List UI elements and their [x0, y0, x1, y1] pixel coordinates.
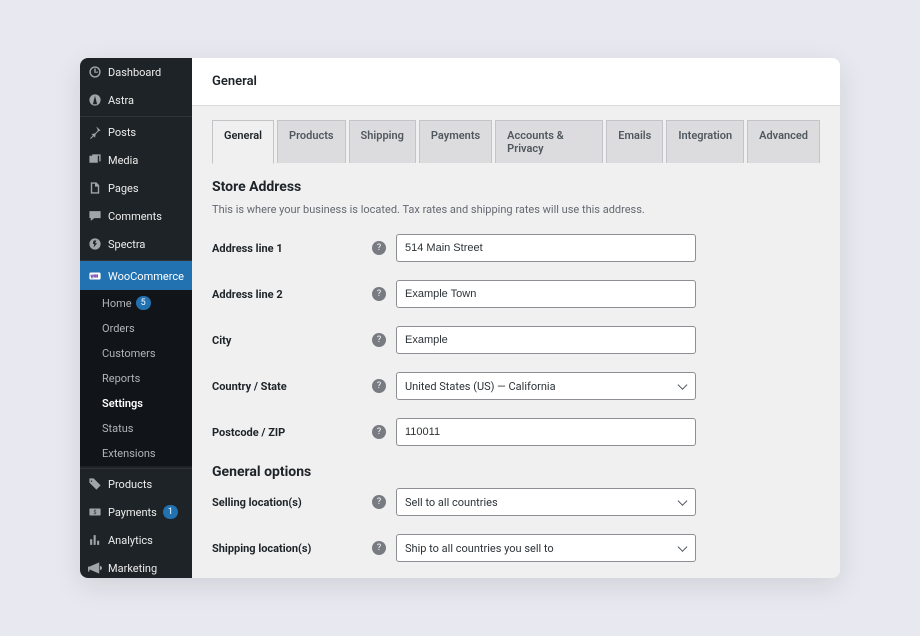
tab-advanced[interactable]: Advanced [747, 120, 820, 163]
row-selling: Selling location(s) ? Sell to all countr… [212, 488, 820, 516]
help-icon[interactable]: ? [372, 495, 386, 509]
payments-icon: $ [88, 505, 102, 519]
label-address2: Address line 2 [212, 288, 372, 301]
submenu-settings[interactable]: Settings [80, 391, 192, 416]
sidebar-label: Spectra [108, 238, 145, 251]
row-city: City ? [212, 326, 820, 354]
comment-icon [88, 209, 102, 223]
svg-text:$: $ [93, 509, 96, 516]
app-window: Dashboard Astra Posts Media Pages Commen… [80, 58, 840, 578]
help-icon[interactable]: ? [372, 425, 386, 439]
label-city: City [212, 334, 372, 347]
sidebar-item-products[interactable]: Products [80, 468, 192, 498]
sidebar-item-astra[interactable]: Astra [80, 86, 192, 114]
sidebar-label: WooCommerce [108, 270, 184, 283]
settings-tabs: General Products Shipping Payments Accou… [212, 120, 820, 163]
help-icon[interactable]: ? [372, 541, 386, 555]
sidebar-item-woocommerce[interactable]: WooCommerce [80, 260, 192, 290]
spectra-icon [88, 237, 102, 251]
sidebar-item-comments[interactable]: Comments [80, 202, 192, 230]
submenu-customers[interactable]: Customers [80, 341, 192, 366]
select-shipping[interactable]: Ship to all countries you sell to [396, 534, 696, 562]
sidebar-label: Products [108, 478, 152, 491]
tab-general[interactable]: General [212, 120, 274, 164]
help-icon[interactable]: ? [372, 379, 386, 393]
tab-emails[interactable]: Emails [606, 120, 663, 163]
sidebar-label: Dashboard [108, 66, 161, 79]
section-title-store-address: Store Address [212, 179, 820, 195]
select-country[interactable]: United States (US) — California [396, 372, 696, 400]
row-postcode: Postcode / ZIP ? [212, 418, 820, 446]
row-address1: Address line 1 ? [212, 234, 820, 262]
row-shipping: Shipping location(s) ? Ship to all count… [212, 534, 820, 562]
input-postcode[interactable] [396, 418, 696, 446]
help-icon[interactable]: ? [372, 333, 386, 347]
help-icon[interactable]: ? [372, 287, 386, 301]
select-selling[interactable]: Sell to all countries [396, 488, 696, 516]
input-city[interactable] [396, 326, 696, 354]
submenu-extensions[interactable]: Extensions [80, 441, 192, 466]
sidebar-item-pages[interactable]: Pages [80, 174, 192, 202]
label-country: Country / State [212, 380, 372, 393]
sidebar-label: Pages [108, 182, 139, 195]
submenu-home[interactable]: Home 5 [80, 290, 192, 316]
sidebar-label: Media [108, 154, 138, 167]
submenu-status[interactable]: Status [80, 416, 192, 441]
sidebar-label: Comments [108, 210, 162, 223]
main-content: General General Products Shipping Paymen… [192, 58, 840, 578]
tab-products[interactable]: Products [277, 120, 346, 163]
sidebar-label: Analytics [108, 534, 153, 547]
sidebar-label: Posts [108, 126, 136, 139]
page-header: General [192, 58, 840, 106]
products-icon [88, 477, 102, 491]
sidebar-item-posts[interactable]: Posts [80, 116, 192, 146]
sidebar-label: Payments [108, 506, 157, 519]
tab-payments[interactable]: Payments [419, 120, 492, 163]
label-postcode: Postcode / ZIP [212, 426, 372, 439]
astra-icon [88, 93, 102, 107]
sidebar-label: Astra [108, 94, 134, 107]
content-area: General Products Shipping Payments Accou… [192, 106, 840, 578]
input-address2[interactable] [396, 280, 696, 308]
admin-sidebar: Dashboard Astra Posts Media Pages Commen… [80, 58, 192, 578]
sidebar-item-media[interactable]: Media [80, 146, 192, 174]
sidebar-item-payments[interactable]: $ Payments 1 [80, 498, 192, 526]
section-desc: This is where your business is located. … [212, 203, 820, 216]
tab-shipping[interactable]: Shipping [349, 120, 416, 163]
label-selling: Selling location(s) [212, 496, 372, 509]
row-country: Country / State ? United States (US) — C… [212, 372, 820, 400]
analytics-icon [88, 533, 102, 547]
tab-accounts[interactable]: Accounts & Privacy [495, 120, 603, 163]
submenu-orders[interactable]: Orders [80, 316, 192, 341]
sidebar-item-analytics[interactable]: Analytics [80, 526, 192, 554]
help-icon[interactable]: ? [372, 241, 386, 255]
pin-icon [88, 125, 102, 139]
submenu-reports[interactable]: Reports [80, 366, 192, 391]
input-address1[interactable] [396, 234, 696, 262]
tab-integration[interactable]: Integration [666, 120, 744, 163]
label-shipping: Shipping location(s) [212, 542, 372, 555]
label-address1: Address line 1 [212, 242, 372, 255]
sidebar-item-marketing[interactable]: Marketing [80, 554, 192, 578]
page-title: General [212, 74, 820, 89]
pages-icon [88, 181, 102, 195]
badge: 5 [136, 296, 151, 310]
sidebar-label: Marketing [108, 562, 157, 575]
badge: 1 [163, 505, 178, 519]
woo-icon [88, 269, 102, 283]
woocommerce-submenu: Home 5 Orders Customers Reports Settings… [80, 290, 192, 466]
section-title-general-options: General options [212, 464, 820, 480]
sidebar-item-dashboard[interactable]: Dashboard [80, 58, 192, 86]
media-icon [88, 153, 102, 167]
dashboard-icon [88, 65, 102, 79]
marketing-icon [88, 561, 102, 575]
row-address2: Address line 2 ? [212, 280, 820, 308]
sidebar-item-spectra[interactable]: Spectra [80, 230, 192, 258]
